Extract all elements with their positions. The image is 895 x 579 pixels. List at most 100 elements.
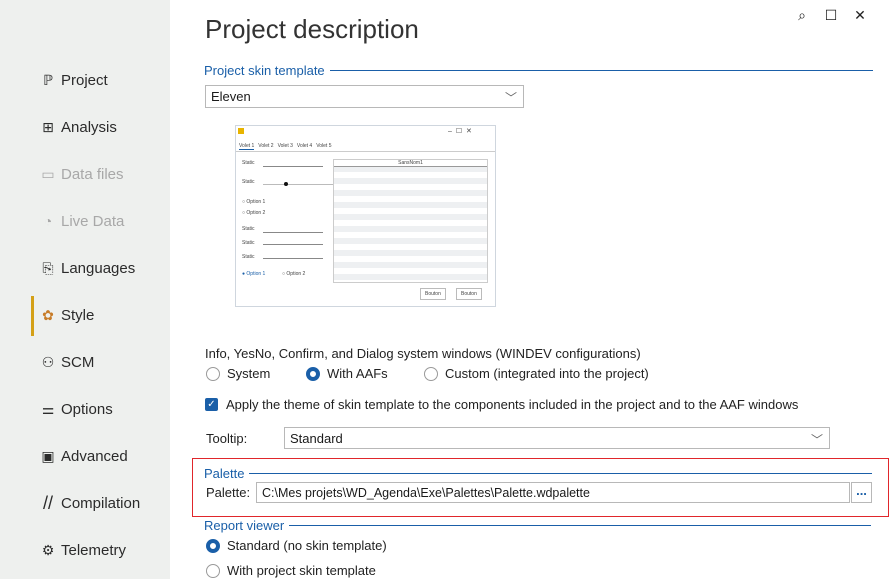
preview-radio: ○ Option 2 xyxy=(282,271,306,277)
help-search-icon[interactable]: ⌕ xyxy=(793,6,811,24)
telemetry-icon: ⚙ xyxy=(41,541,55,558)
preview-tab: Volet 3 xyxy=(277,143,293,149)
live-data-icon: ◔ xyxy=(43,213,53,229)
radio-skin-viewer[interactable]: With project skin template xyxy=(206,563,376,578)
preview-button: Bouton xyxy=(456,288,482,300)
palette-label: Palette: xyxy=(206,485,251,500)
chevron-down-icon: ﹀ xyxy=(504,91,517,105)
radio-indicator xyxy=(206,538,220,553)
preview-label: Static xyxy=(242,226,255,232)
preview-label: Static xyxy=(242,179,255,185)
section-title: Project skin template xyxy=(204,63,325,78)
sidebar-item-label: Project xyxy=(61,71,108,89)
radio-label: With project skin template xyxy=(227,563,376,578)
section-title: Palette xyxy=(204,466,245,481)
checkmark-icon: ✓ xyxy=(205,398,218,411)
checkbox-label: Apply the theme of skin template to the … xyxy=(226,397,799,412)
radio-label: Custom (integrated into the project) xyxy=(445,366,649,381)
tooltip-select[interactable]: Standard ﹀ xyxy=(284,427,830,449)
maximize-button[interactable]: ☐ xyxy=(822,6,840,24)
preview-radio: ● Option 1 xyxy=(242,271,266,277)
sidebar-item-options[interactable]: ⚌ Options xyxy=(38,394,166,424)
palette-section-header: Palette xyxy=(204,466,873,481)
chevron-down-icon: ﹀ xyxy=(810,433,823,447)
scm-icon: ⚇ xyxy=(41,353,55,370)
sidebar-item-label: Advanced xyxy=(61,447,128,465)
close-button[interactable]: ✕ xyxy=(851,6,869,24)
palette-path-value: C:\Mes projets\WD_Agenda\Exe\Palettes\Pa… xyxy=(262,485,590,500)
sidebar-item-analysis[interactable]: ⊞ Analysis xyxy=(38,112,166,142)
sidebar-item-telemetry[interactable]: ⚙ Telemetry xyxy=(38,535,166,565)
section-divider xyxy=(289,525,872,526)
system-windows-label: Info, YesNo, Confirm, and Dialog system … xyxy=(205,346,641,361)
radio-with-aafs[interactable]: With AAFs xyxy=(306,366,388,381)
radio-label: System xyxy=(227,366,271,381)
radio-indicator xyxy=(206,563,220,578)
section-divider xyxy=(249,473,873,474)
radio-custom[interactable]: Custom (integrated into the project) xyxy=(424,366,649,381)
radio-indicator xyxy=(424,366,438,381)
skin-preview: – ☐ ✕ Volet 1 Volet 2 Volet 3 Volet 4 Vo… xyxy=(235,125,496,307)
sidebar-item-languages[interactable]: ⎘ Languages xyxy=(38,253,166,283)
browse-ellipsis-icon: ... xyxy=(856,482,867,498)
preview-tab: Volet 1 xyxy=(239,143,255,150)
preview-button: Bouton xyxy=(420,288,446,300)
skin-template-select[interactable]: Eleven ﹀ xyxy=(205,85,524,108)
sidebar-item-advanced[interactable]: ▣ Advanced xyxy=(38,441,166,471)
project-icon: ℙ xyxy=(43,71,53,88)
radio-system[interactable]: System xyxy=(206,366,270,381)
radio-indicator xyxy=(306,366,320,381)
sidebar-item-label: Languages xyxy=(61,259,136,277)
tooltip-value: Standard xyxy=(290,430,343,446)
sidebar-item-label: Analysis xyxy=(61,118,117,136)
preview-label: Static xyxy=(242,254,255,260)
preview-label: Static xyxy=(242,240,255,246)
sidebar-item-label: Compilation xyxy=(61,494,141,512)
preview-tab: Volet 5 xyxy=(316,143,332,149)
preview-label: Static xyxy=(242,160,255,166)
page-title: Project description xyxy=(205,14,419,44)
sidebar-item-live-data: ◔ Live Data xyxy=(38,206,166,236)
preview-table-header: SansNom1 xyxy=(398,160,423,166)
sidebar-item-label: SCM xyxy=(61,353,95,371)
sidebar-item-data-files: ▭ Data files xyxy=(38,159,166,189)
app-logo-icon xyxy=(238,128,244,134)
tooltip-label: Tooltip: xyxy=(206,431,248,446)
preview-tabs: Volet 1 Volet 2 Volet 3 Volet 4 Volet 5 xyxy=(239,143,331,150)
sidebar-nav: ℙ Project ⊞ Analysis ▭ Data files ◔ Live… xyxy=(0,0,170,579)
sidebar-item-label: Live Data xyxy=(61,212,125,230)
advanced-icon: ▣ xyxy=(41,447,55,464)
section-divider xyxy=(329,70,873,71)
palette-path-input[interactable]: C:\Mes projets\WD_Agenda\Exe\Palettes\Pa… xyxy=(256,482,850,503)
apply-theme-checkbox[interactable]: ✓ Apply the theme of skin template to th… xyxy=(205,397,798,412)
preview-table: SansNom1 xyxy=(333,159,488,283)
sidebar-item-label: Data files xyxy=(61,165,124,183)
preview-tab: Volet 2 xyxy=(258,143,274,149)
sidebar-item-label: Options xyxy=(61,400,113,418)
sidebar-item-scm[interactable]: ⚇ SCM xyxy=(38,347,166,377)
skin-template-section-header: Project skin template xyxy=(204,63,873,78)
browse-button[interactable]: ... xyxy=(851,482,872,503)
preview-radio: ○ Option 1 xyxy=(242,199,266,205)
sidebar-item-compilation[interactable]: // Compilation xyxy=(38,488,166,518)
sidebar-item-label: Style xyxy=(61,306,95,324)
report-viewer-section-header: Report viewer xyxy=(204,518,872,533)
data-files-icon: ▭ xyxy=(41,165,55,182)
preview-tab: Volet 4 xyxy=(296,143,313,149)
section-title: Report viewer xyxy=(204,518,285,533)
radio-label: With AAFs xyxy=(327,366,388,381)
languages-icon: ⎘ xyxy=(42,259,54,276)
preview-window-buttons: – ☐ ✕ xyxy=(448,128,473,135)
sidebar-item-label: Telemetry xyxy=(61,541,127,559)
sidebar-item-project[interactable]: ℙ Project xyxy=(38,65,166,95)
analysis-icon: ⊞ xyxy=(42,118,54,135)
radio-indicator xyxy=(206,366,220,381)
compilation-icon: // xyxy=(42,492,53,513)
preview-radio: ○ Option 2 xyxy=(242,210,266,216)
radio-standard-viewer[interactable]: Standard (no skin template) xyxy=(206,538,387,553)
style-palette-icon: ✿ xyxy=(42,306,54,323)
skin-template-value: Eleven xyxy=(211,89,251,104)
options-icon: ⚌ xyxy=(41,400,55,417)
radio-label: Standard (no skin template) xyxy=(227,538,387,553)
sidebar-item-style[interactable]: ✿ Style xyxy=(31,296,166,336)
